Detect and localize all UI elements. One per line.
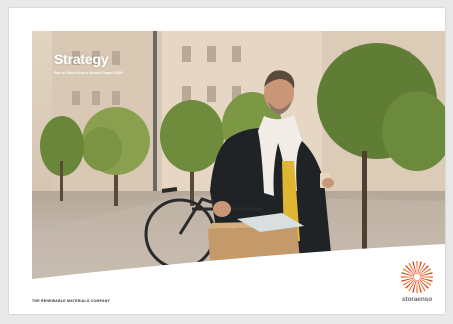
cover-subtitle: Part of Stora Enso's Annual Report 2020: [54, 71, 123, 75]
logo-ray: [418, 265, 429, 276]
logo-ray: [416, 279, 418, 293]
company-tagline: THE RENEWABLE MATERIALS COMPANY: [32, 299, 111, 303]
logo-ray: [401, 276, 415, 278]
logo-wordmark: storaenso: [401, 296, 433, 303]
report-cover-page: Strategy Part of Stora Enso's Annual Rep…: [9, 8, 445, 314]
logo-ray: [405, 278, 416, 289]
logo-ray: [418, 278, 429, 289]
logo-ray: [405, 265, 416, 276]
logo-ray: [416, 261, 418, 275]
cover-title: Strategy: [54, 51, 109, 67]
logo-ray: [419, 276, 433, 278]
sunburst-icon: [401, 261, 433, 293]
cover-photo: Strategy Part of Stora Enso's Annual Rep…: [32, 31, 445, 279]
stora-enso-logo: storaenso: [397, 260, 437, 303]
